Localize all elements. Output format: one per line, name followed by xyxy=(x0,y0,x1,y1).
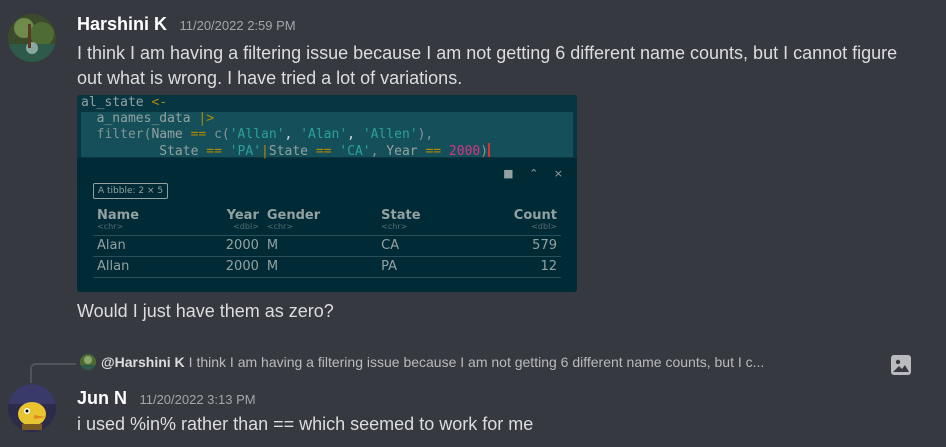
table-cell: 579 xyxy=(465,235,561,257)
table-cell: Alan xyxy=(93,235,187,257)
username[interactable]: Jun N xyxy=(77,388,127,408)
table-cell: 12 xyxy=(465,256,561,278)
code-line: al_state <- xyxy=(81,95,168,110)
reply-avatar xyxy=(80,354,96,370)
reply-text[interactable]: I think I am having a filtering issue be… xyxy=(189,354,765,370)
reply-mention[interactable]: @Harshini K xyxy=(101,354,185,370)
reply-preview[interactable]: @Harshini K I think I am having a filter… xyxy=(80,354,764,370)
avatar-jun[interactable] xyxy=(8,384,56,432)
close-icon[interactable]: × xyxy=(554,167,563,180)
reply-connector xyxy=(30,363,76,383)
column-header: Gender xyxy=(266,208,321,223)
message-text: i used %in% rather than == which seemed … xyxy=(77,414,534,434)
timestamp[interactable]: 11/20/2022 2:59 PM xyxy=(179,18,295,33)
chunk-toolbar: ■ ⌃ × xyxy=(491,167,563,180)
column-header: State xyxy=(381,208,421,223)
message-text-followup: Would I just have them as zero? xyxy=(77,301,334,321)
table-cell: CA xyxy=(377,235,466,257)
code-line: filter(Name == c('Allan', 'Alan', 'Allen… xyxy=(96,127,434,142)
image-icon[interactable] xyxy=(890,354,912,376)
timestamp[interactable]: 11/20/2022 3:13 PM xyxy=(139,392,255,407)
message-header: Jun N 11/20/2022 3:13 PM xyxy=(77,388,256,409)
code-editor: al_state <- a_names_data |> filter(Name … xyxy=(77,95,577,159)
code-screenshot[interactable]: al_state <- a_names_data |> filter(Name … xyxy=(77,95,577,292)
collapse-icon[interactable]: ⌃ xyxy=(529,167,538,180)
table-cell: M xyxy=(262,235,378,257)
table-row: Allan 2000 M PA 12 xyxy=(93,256,561,278)
column-type: <dbl> xyxy=(186,223,263,236)
column-header: Name xyxy=(97,208,140,223)
table-cell: Allan xyxy=(93,256,187,278)
table-cell: 2000 xyxy=(186,256,263,278)
column-type: <chr> xyxy=(93,223,187,236)
table-row: Alan 2000 M CA 579 xyxy=(93,235,561,257)
tibble-table: Name Year Gender State Count <chr> <dbl>… xyxy=(93,209,561,278)
column-type: <chr> xyxy=(262,223,378,236)
message-header: Harshini K 11/20/2022 2:59 PM xyxy=(77,14,296,35)
table-cell: 2000 xyxy=(186,235,263,257)
code-line: a_names_data |> xyxy=(96,111,215,126)
column-header: Count xyxy=(513,208,557,223)
table-cell: M xyxy=(262,256,378,278)
column-header: Year xyxy=(226,208,259,223)
message-text: I think I am having a filtering issue be… xyxy=(77,43,898,88)
username[interactable]: Harshini K xyxy=(77,14,167,34)
column-type: <dbl> xyxy=(465,223,561,236)
code-line: State == 'PA'|State == 'CA', Year == 200… xyxy=(159,143,491,159)
tibble-tag: A tibble: 2 × 5 xyxy=(93,183,169,199)
table-cell: PA xyxy=(377,256,466,278)
export-icon[interactable]: ■ xyxy=(503,167,513,180)
avatar-harshini[interactable] xyxy=(8,14,56,62)
column-type: <chr> xyxy=(377,223,466,236)
text-cursor xyxy=(488,143,491,157)
